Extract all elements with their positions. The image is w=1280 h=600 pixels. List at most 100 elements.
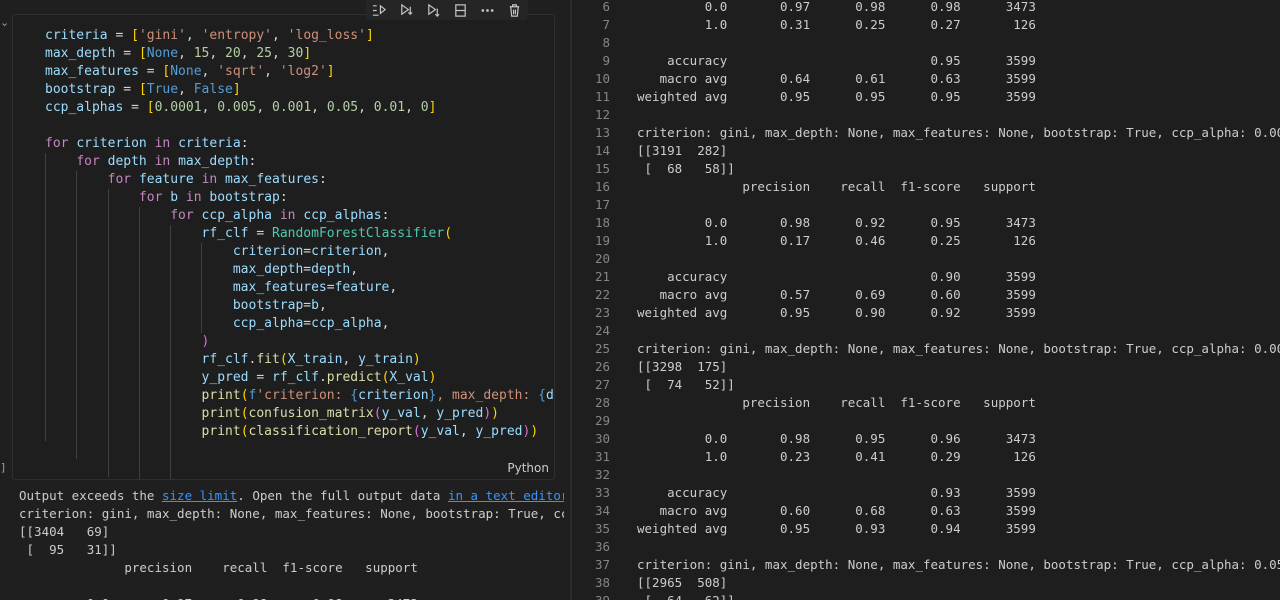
code-line[interactable]: y_pred = rf_clf.predict(X_val) — [45, 369, 554, 387]
split-cell-icon[interactable] — [452, 1, 470, 19]
code-line[interactable]: bootstrap = [True, False] — [45, 81, 554, 99]
line-number: 24 — [594, 323, 610, 338]
line-number: 15 — [594, 161, 610, 176]
editor-line-text: weighted avg 0.95 0.95 0.95 3599 — [637, 89, 1036, 104]
editor-line-text: macro avg 0.64 0.61 0.63 3599 — [637, 71, 1036, 86]
more-icon[interactable] — [479, 1, 497, 19]
editor-line-text: precision recall f1-score support — [637, 395, 1036, 410]
execute-below-icon[interactable] — [425, 1, 443, 19]
line-number: 27 — [594, 377, 610, 392]
editor-line-text: [ 68 58]] — [637, 161, 735, 176]
text-editor-pane[interactable]: 6 0.0 0.97 0.98 0.98 3473 7 1.0 0.31 0.25… — [572, 0, 1280, 600]
line-number: 13 — [594, 125, 610, 140]
code-line[interactable]: max_features = [None, 'sqrt', 'log2'] — [45, 63, 554, 81]
editor-line-text: accuracy 0.95 3599 — [637, 53, 1036, 68]
line-number: 28 — [594, 395, 610, 410]
line-number: 12 — [594, 107, 610, 122]
line-number: 37 — [594, 557, 610, 572]
cell-language-label[interactable]: Python — [507, 461, 549, 475]
code-line[interactable]: for criterion in criteria: — [45, 135, 554, 153]
output-line: criterion: gini, max_depth: None, max_fe… — [19, 506, 564, 521]
line-number: 18 — [594, 215, 610, 230]
editor-line-text: 0.0 0.98 0.92 0.95 3473 — [637, 215, 1036, 230]
line-number: 31 — [594, 449, 610, 464]
editor-line-text: criterion: gini, max_depth: None, max_fe… — [637, 125, 1280, 140]
indent-guide — [138, 207, 140, 479]
line-number: 39 — [572, 592, 610, 600]
line-number: 29 — [594, 413, 610, 428]
line-number: 22 — [594, 287, 610, 302]
line-number: 30 — [594, 431, 610, 446]
line-number: 35 — [594, 521, 610, 536]
editor-line-text: 1.0 0.31 0.25 0.27 126 — [637, 17, 1036, 32]
line-number: 14 — [594, 143, 610, 158]
line-number: 7 — [602, 17, 610, 32]
code-line[interactable]: ccp_alpha=ccp_alpha, — [45, 315, 554, 333]
editor-line-text: weighted avg 0.95 0.93 0.94 3599 — [637, 521, 1036, 536]
code-line[interactable]: print(confusion_matrix(y_val, y_pred)) — [45, 405, 554, 423]
editor-line-text: 0.0 0.98 0.95 0.96 3473 — [637, 431, 1036, 446]
line-number: 17 — [594, 197, 610, 212]
code-editor[interactable]: criteria = ['gini', 'entropy', 'log_loss… — [45, 27, 554, 479]
output-line: 0.0 0.97 0.98 0.98 3473 — [19, 595, 564, 600]
code-line[interactable]: max_features=feature, — [45, 279, 554, 297]
code-line[interactable]: bootstrap=b, — [45, 297, 554, 315]
line-number: 34 — [594, 503, 610, 518]
code-line[interactable]: criterion=criterion, — [45, 243, 554, 261]
code-line[interactable]: rf_clf = RandomForestClassifier( — [45, 225, 554, 243]
line-number: 21 — [594, 269, 610, 284]
line-number: 6 — [602, 0, 610, 14]
code-line[interactable]: print(f'criterion: {criterion}, max_dept… — [45, 387, 554, 405]
line-number: 38 — [594, 575, 610, 590]
indent-guide — [45, 153, 46, 441]
execute-above-icon[interactable] — [398, 1, 416, 19]
editor-line-text: [ 74 52]] — [637, 377, 735, 392]
size-limit-link[interactable]: size limit — [162, 488, 237, 503]
code-line[interactable]: rf_clf.fit(X_train, y_train) — [45, 351, 554, 369]
output-line: [[3404 69] — [19, 524, 110, 539]
editor-line-text: [[3298 175] — [637, 359, 728, 374]
line-number: 8 — [602, 35, 610, 50]
indent-guide — [107, 189, 109, 477]
code-line[interactable]: max_depth=depth, — [45, 261, 554, 279]
line-number: 26 — [594, 359, 610, 374]
open-in-text-editor-link[interactable]: in a text editor — [448, 488, 564, 503]
code-line[interactable] — [45, 117, 554, 135]
line-number: 10 — [594, 71, 610, 86]
code-line[interactable]: criteria = ['gini', 'entropy', 'log_loss… — [45, 27, 554, 45]
editor-line-text: criterion: gini, max_depth: None, max_fe… — [637, 341, 1280, 356]
editor-line-text: macro avg 0.60 0.68 0.63 3599 — [637, 503, 1036, 518]
editor-line-text: criterion: gini, max_depth: None, max_fe… — [637, 557, 1280, 572]
line-number: 20 — [594, 251, 610, 266]
line-number: 19 — [594, 233, 610, 248]
code-line[interactable]: for depth in max_depth: — [45, 153, 554, 171]
cell-output: Output exceeds the size limit. Open the … — [19, 487, 564, 600]
line-number: 23 — [594, 305, 610, 320]
indent-guide — [76, 171, 78, 459]
line-number: 9 — [602, 53, 610, 68]
cell-bracket-icon: ] — [0, 461, 7, 474]
code-line[interactable]: max_depth = [None, 15, 20, 25, 30] — [45, 45, 554, 63]
code-line[interactable]: for b in bootstrap: — [45, 189, 554, 207]
editor-line-text: accuracy 0.90 3599 — [637, 269, 1036, 284]
line-number: 33 — [594, 485, 610, 500]
editor-line-text: [[3191 282] — [637, 143, 728, 158]
editor-line-text: 0.0 0.97 0.98 0.98 3473 — [637, 0, 1036, 14]
delete-icon[interactable] — [506, 1, 524, 19]
code-line[interactable]: print(classification_report(y_val, y_pre… — [45, 423, 554, 441]
run-by-line-icon[interactable] — [371, 1, 389, 19]
chevron-down-icon[interactable]: ⌄ — [0, 16, 9, 29]
cell-toolbar — [366, 0, 528, 20]
code-cell[interactable]: criteria = ['gini', 'entropy', 'log_loss… — [12, 14, 555, 480]
output-line: precision recall f1-score support — [19, 560, 418, 575]
editor-line-text: accuracy 0.93 3599 — [637, 485, 1036, 500]
output-notice: Output exceeds the size limit. Open the … — [19, 487, 564, 505]
output-text: criterion: gini, max_depth: None, max_fe… — [19, 505, 564, 600]
code-line[interactable]: ) — [45, 333, 554, 351]
code-line[interactable]: for ccp_alpha in ccp_alphas: — [45, 207, 554, 225]
editor-line-text: [ 64 62]] — [637, 592, 735, 600]
editor-line-text: weighted avg 0.95 0.90 0.92 3599 — [637, 305, 1036, 320]
code-line[interactable]: ccp_alphas = [0.0001, 0.005, 0.001, 0.05… — [45, 99, 554, 117]
code-line[interactable]: for feature in max_features: — [45, 171, 554, 189]
